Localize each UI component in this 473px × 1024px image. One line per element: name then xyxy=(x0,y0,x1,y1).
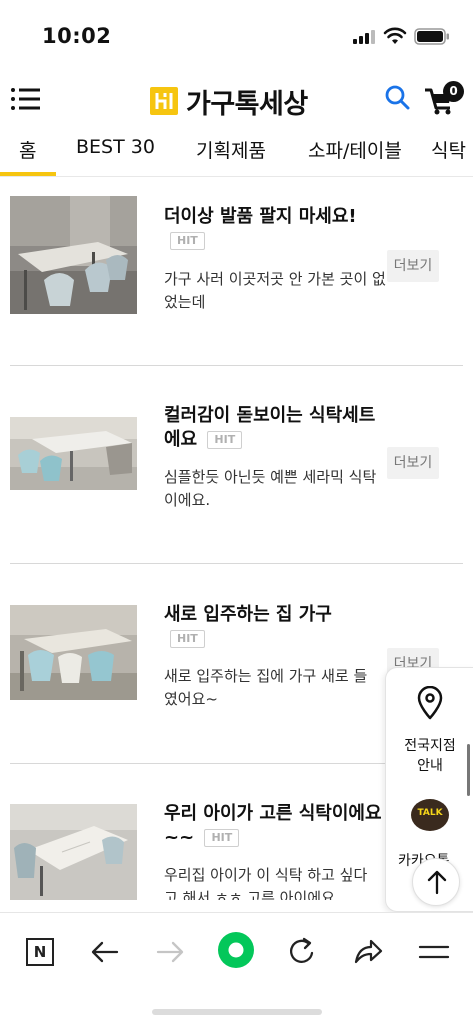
post-thumbnail[interactable] xyxy=(10,804,137,900)
wifi-icon xyxy=(383,27,407,44)
search-icon[interactable] xyxy=(384,84,410,112)
naver-icon: N xyxy=(26,938,54,966)
scroll-to-top-button[interactable] xyxy=(412,858,460,906)
post-thumbnail[interactable] xyxy=(10,605,137,700)
hit-badge: HIT xyxy=(207,431,243,449)
refresh-icon[interactable] xyxy=(284,933,320,969)
back-arrow-icon[interactable] xyxy=(87,933,123,969)
tab-home[interactable]: 홈 xyxy=(19,136,36,163)
tab-planned-products[interactable]: 기획제품 xyxy=(196,136,266,163)
category-tabs: 홈 BEST 30 기획제품 소파/테이블 식탁 xyxy=(0,126,473,176)
map-pin-icon[interactable] xyxy=(415,686,445,720)
post-excerpt: 우리집 아이가 이 식탁 하고 싶다고 해서 ㅎㅎ 고른 아이에요 xyxy=(164,866,368,900)
tab-sofa-table[interactable]: 소파/테이블 xyxy=(308,136,402,163)
arrow-up-icon xyxy=(427,870,447,895)
post-excerpt: 심플한듯 아닌듯 예쁜 세라믹 식탁이에요. xyxy=(164,468,377,509)
share-icon[interactable] xyxy=(350,933,386,969)
tab-dining-table[interactable]: 식탁 xyxy=(431,136,466,163)
logo-text: 가구톡세상 xyxy=(186,88,308,120)
browser-toolbar: N xyxy=(0,912,473,1024)
post-thumbnail[interactable] xyxy=(10,196,137,314)
row-divider xyxy=(10,365,463,366)
battery-icon xyxy=(414,28,449,45)
hit-badge: HIT xyxy=(170,232,205,250)
hit-badge: HIT xyxy=(170,630,205,648)
status-bar: 10:02 xyxy=(0,0,473,76)
naver-home-button[interactable]: N xyxy=(22,933,58,969)
post-thumbnail[interactable] xyxy=(10,417,137,490)
cart-button[interactable]: 0 xyxy=(423,80,467,116)
app-header: 가구톡세상 0 xyxy=(0,76,473,126)
post-title[interactable]: 더이상 발품 팔지 마세요! HIT xyxy=(164,205,386,253)
cart-count-badge: 0 xyxy=(443,81,464,102)
tabs-divider xyxy=(0,176,473,177)
cellular-signal-icon xyxy=(353,30,377,44)
more-button[interactable]: 더보기 xyxy=(387,250,439,282)
hamburger-menu-icon[interactable] xyxy=(10,84,42,114)
naver-green-dot-icon[interactable] xyxy=(216,930,256,970)
post-title[interactable]: 새로 입주하는 집 가구 HIT xyxy=(164,603,386,651)
post-title[interactable]: 컬러감이 돋보이는 식탁세트에요 HIT xyxy=(164,404,386,452)
store-locator-link[interactable]: 전국지점 안내 xyxy=(386,736,473,776)
post-title[interactable]: 우리 아이가 고른 식탁이에요~~ HIT xyxy=(164,802,386,850)
more-button[interactable]: 더보기 xyxy=(387,447,439,479)
site-logo[interactable]: 가구톡세상 xyxy=(150,82,308,120)
hit-badge: HIT xyxy=(204,829,240,847)
row-divider xyxy=(10,563,463,564)
scrollbar[interactable] xyxy=(467,744,470,796)
logo-mark-icon xyxy=(150,87,178,115)
forward-arrow-icon[interactable] xyxy=(152,933,188,969)
kakaotalk-icon[interactable]: TALK xyxy=(411,799,449,831)
kakaotalk-icon-text: TALK xyxy=(417,808,443,818)
more-menu-icon[interactable] xyxy=(416,933,452,969)
tab-best30[interactable]: BEST 30 xyxy=(76,136,155,158)
home-indicator[interactable] xyxy=(152,1009,322,1015)
post-excerpt: 새로 입주하는 집에 가구 새로 들였어요~ xyxy=(164,667,368,708)
post-excerpt: 가구 사러 이곳저곳 안 가본 곳이 없었는데 xyxy=(164,270,386,311)
status-time: 10:02 xyxy=(42,24,112,48)
